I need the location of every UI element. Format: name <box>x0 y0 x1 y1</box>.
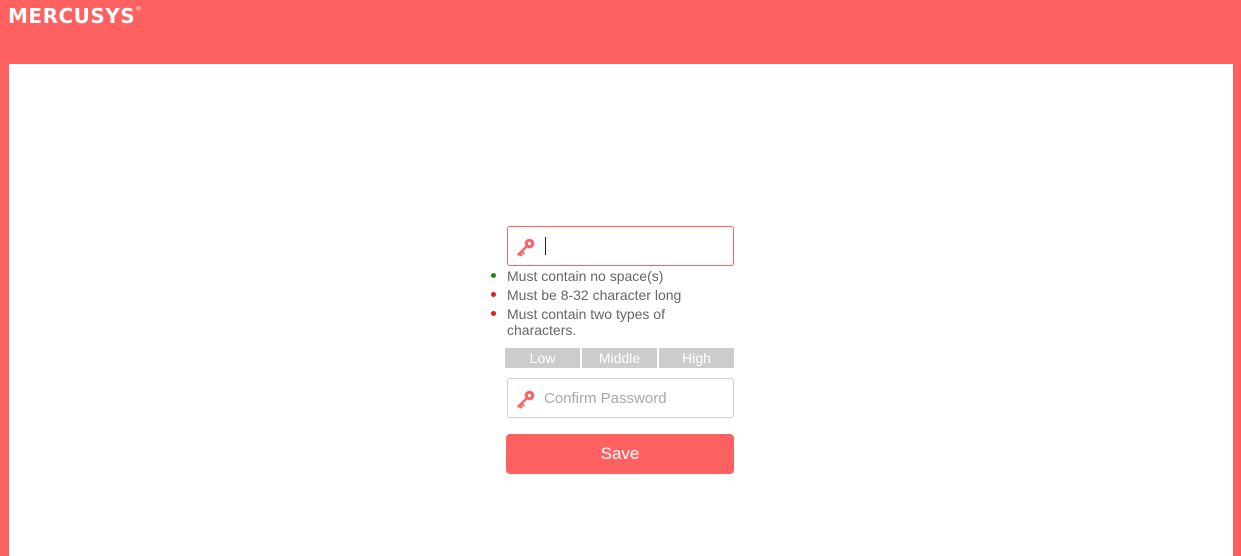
rule-status-dot <box>491 292 496 297</box>
brand-name: MERCUSYS <box>8 4 136 28</box>
confirm-password-field[interactable] <box>507 378 734 418</box>
brand-logo: MERCUSYS ® <box>8 5 141 27</box>
main-content: Must contain no space(s) Must be 8-32 ch… <box>9 64 1233 556</box>
strength-high: High <box>659 348 734 368</box>
key-icon <box>517 238 535 257</box>
rule-text: Must contain two types of characters. <box>507 306 665 338</box>
registered-mark: ® <box>136 7 141 13</box>
confirm-password-input[interactable] <box>544 387 724 409</box>
rule-status-dot <box>491 273 496 278</box>
rule-item: Must contain two types of characters. <box>489 306 689 338</box>
rule-text: Must contain no space(s) <box>507 268 664 284</box>
password-rules: Must contain no space(s) Must be 8-32 ch… <box>489 268 689 341</box>
text-cursor <box>545 237 546 255</box>
strength-low: Low <box>505 348 580 368</box>
new-password-field[interactable] <box>507 226 734 266</box>
rule-item: Must contain no space(s) <box>489 268 689 284</box>
save-button[interactable]: Save <box>506 434 734 474</box>
password-form: Must contain no space(s) Must be 8-32 ch… <box>491 226 734 474</box>
rule-item: Must be 8-32 character long <box>489 287 689 303</box>
strength-middle: Middle <box>582 348 657 368</box>
rule-text: Must be 8-32 character long <box>507 287 682 303</box>
rule-status-dot <box>491 311 496 316</box>
password-strength-meter: Low Middle High <box>505 348 734 368</box>
key-icon <box>517 390 535 409</box>
